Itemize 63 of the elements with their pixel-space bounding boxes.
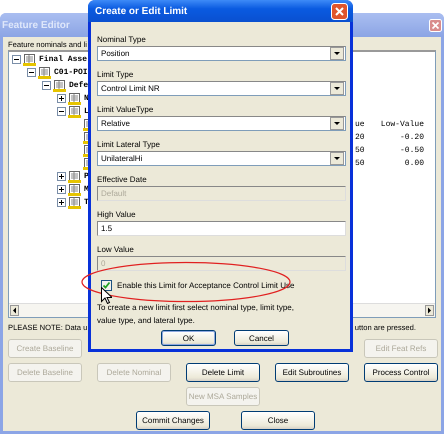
tree-item[interactable]: Defe bbox=[69, 81, 88, 90]
button: Edit Feat Refs bbox=[364, 339, 438, 358]
button[interactable]: Process Control bbox=[364, 363, 438, 382]
table-cell-text: -0.50 bbox=[398, 146, 424, 155]
tree-item[interactable]: C01-POI bbox=[54, 68, 88, 77]
field-label: Low Value bbox=[97, 245, 135, 256]
column-header: ue bbox=[355, 120, 366, 129]
field-label: High Value bbox=[97, 210, 137, 221]
field-label: Limit Lateral Type bbox=[97, 140, 161, 151]
grid-icon bbox=[38, 66, 51, 78]
table-cell-text: 0.00 bbox=[404, 159, 424, 168]
grid-icon bbox=[68, 92, 81, 104]
cursor-icon bbox=[101, 287, 112, 304]
dropdown[interactable]: Position bbox=[97, 46, 346, 61]
table-cell-text: -0.20 bbox=[398, 133, 424, 142]
checkbox[interactable] bbox=[101, 280, 112, 290]
button: New MSA Samples bbox=[186, 387, 260, 406]
collapse-icon[interactable] bbox=[42, 81, 51, 90]
table-cell-text: 20 bbox=[355, 133, 366, 142]
expand-icon[interactable] bbox=[57, 172, 66, 181]
expand-icon[interactable] bbox=[57, 94, 66, 103]
input-field[interactable]: 1.5 bbox=[97, 221, 346, 236]
close-button[interactable] bbox=[429, 18, 442, 32]
button[interactable]: Delete Limit bbox=[186, 363, 260, 382]
dropdown[interactable]: Control Limit NR bbox=[97, 81, 346, 96]
button: Create Baseline bbox=[8, 339, 82, 358]
button[interactable]: Cancel bbox=[234, 330, 289, 346]
field-label: Limit Type bbox=[97, 70, 134, 81]
tree-item[interactable]: Final Asse bbox=[39, 55, 88, 64]
grid-icon bbox=[68, 106, 81, 118]
grid-icon bbox=[68, 196, 81, 208]
input-field: Default bbox=[97, 186, 346, 201]
button: Delete Baseline bbox=[8, 363, 82, 382]
scroll-right-button[interactable] bbox=[425, 305, 434, 316]
field-label: Nominal Type bbox=[97, 35, 147, 46]
field-label: Effective Date bbox=[97, 175, 148, 186]
button[interactable]: OK bbox=[161, 330, 216, 346]
button: Delete Nominal bbox=[97, 363, 171, 382]
hint-text: To create a new limit first select nominal type, limit type, value type, and lateral type. bbox=[97, 302, 295, 327]
grid-icon bbox=[53, 80, 66, 92]
table-cell-text: 50 bbox=[355, 159, 366, 168]
window-title: Feature Editor bbox=[2, 20, 70, 30]
collapse-icon[interactable] bbox=[12, 55, 21, 64]
close-button[interactable] bbox=[331, 2, 348, 20]
input-field: 0 bbox=[97, 256, 346, 271]
field-label: Limit ValueType bbox=[97, 105, 154, 116]
column-header: Low-Value bbox=[380, 120, 424, 129]
collapse-icon[interactable] bbox=[27, 68, 36, 77]
button[interactable]: Commit Changes bbox=[136, 411, 210, 430]
dropdown[interactable]: UnilateralHi bbox=[97, 151, 346, 166]
tree-item[interactable]: T bbox=[84, 198, 89, 207]
grid-icon bbox=[23, 54, 36, 66]
expand-icon[interactable] bbox=[57, 198, 66, 207]
grid-icon bbox=[68, 170, 81, 182]
button[interactable]: Edit Subroutines bbox=[275, 363, 349, 382]
collapse-icon[interactable] bbox=[57, 107, 66, 116]
dialog-title: Create or Edit Limit bbox=[95, 6, 188, 16]
scroll-left-button[interactable] bbox=[10, 305, 19, 316]
grid-icon bbox=[68, 184, 81, 196]
button[interactable]: Close bbox=[241, 411, 315, 430]
expand-icon[interactable] bbox=[57, 185, 66, 194]
table-cell-text: 50 bbox=[355, 146, 366, 155]
dropdown[interactable]: Relative bbox=[97, 116, 346, 131]
